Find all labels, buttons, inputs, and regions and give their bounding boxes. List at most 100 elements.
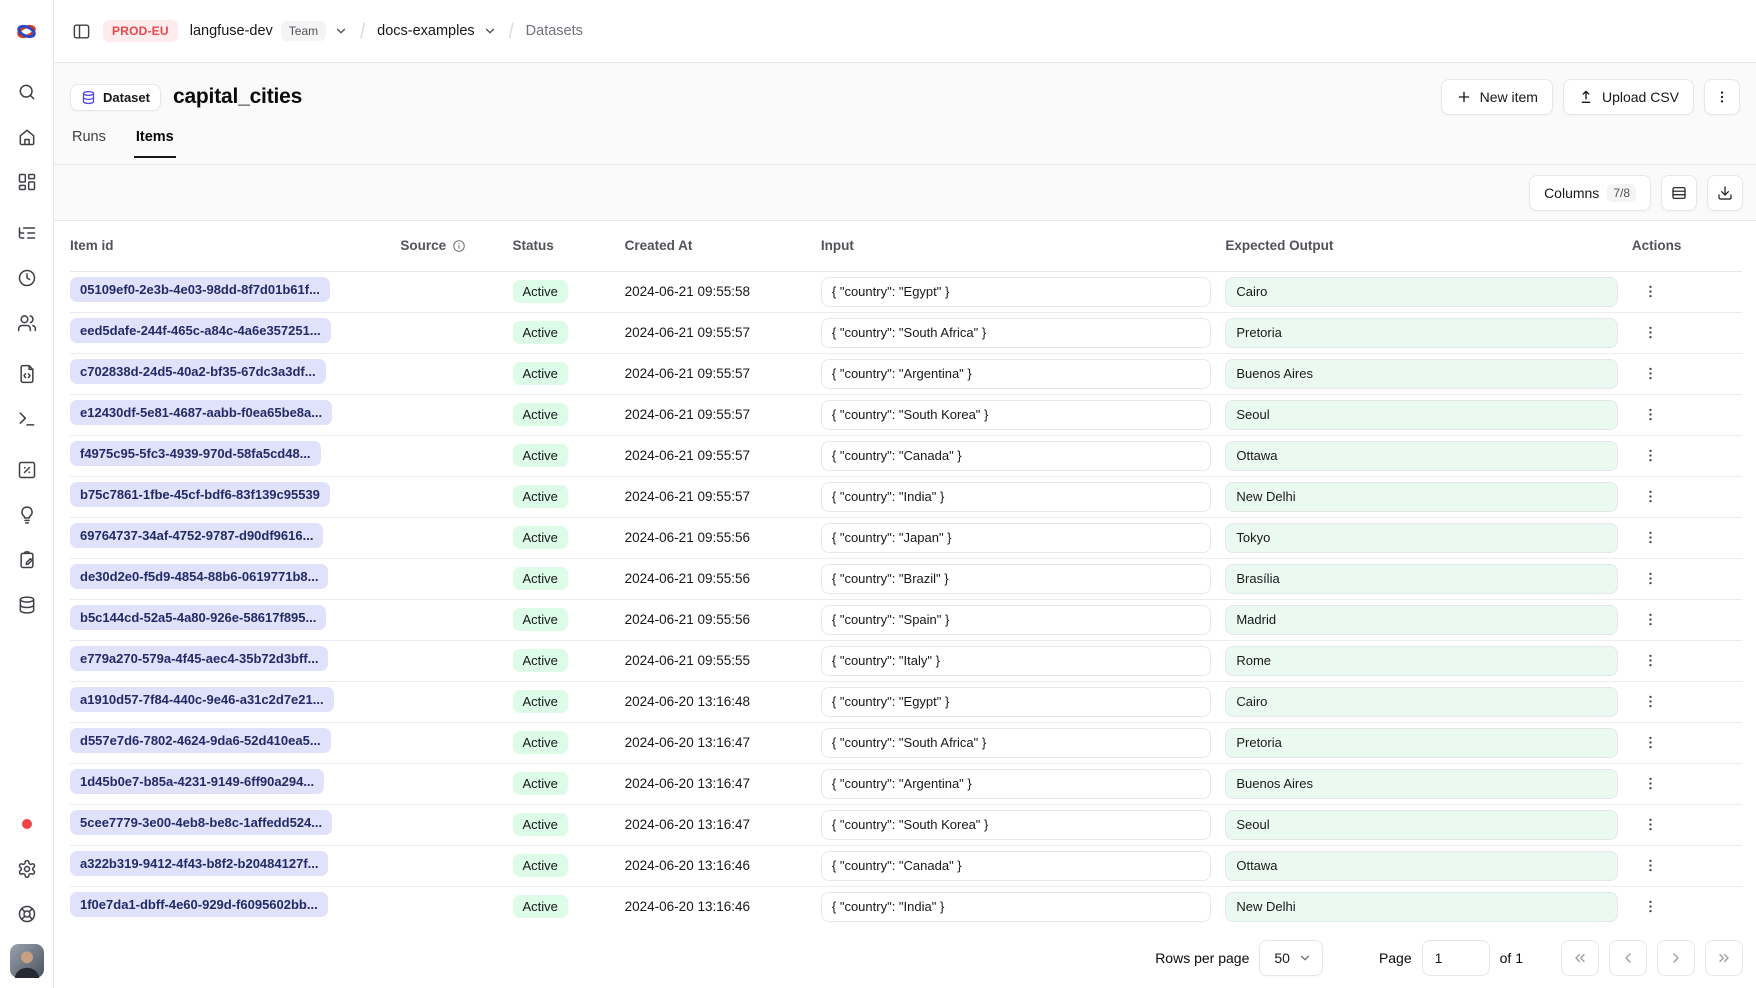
status-badge: Active — [513, 608, 568, 631]
row-actions-kebab[interactable] — [1638, 402, 1663, 427]
row-actions-kebab[interactable] — [1638, 894, 1663, 919]
row-actions-kebab[interactable] — [1638, 853, 1663, 878]
input-value-box: { "country": "Canada" } — [821, 851, 1211, 881]
evaluation-percent-icon[interactable] — [9, 452, 45, 488]
new-item-button[interactable]: New item — [1441, 79, 1553, 115]
support-lifebuoy-icon[interactable] — [9, 896, 45, 932]
search-icon[interactable] — [9, 74, 45, 110]
table-row[interactable]: d557e7d6-7802-4624-9da6-52d410ea5... Act… — [70, 722, 1742, 763]
item-id-pill[interactable]: 1f0e7da1-dbff-4e60-929d-f6095602bb... — [70, 892, 328, 917]
info-icon[interactable] — [452, 239, 466, 253]
item-id-pill[interactable]: a322b319-9412-4f43-b8f2-b20484127f... — [70, 851, 328, 876]
table-row[interactable]: 05109ef0-2e3b-4e03-98dd-8f7d01b61f... Ac… — [70, 271, 1742, 312]
item-id-pill[interactable]: 1d45b0e7-b85a-4231-9149-6ff90a294... — [70, 769, 324, 794]
first-page-button[interactable] — [1561, 940, 1599, 976]
item-id-pill[interactable]: de30d2e0-f5d9-4854-88b6-0619771b8... — [70, 564, 328, 589]
export-button[interactable] — [1707, 175, 1743, 211]
tab-runs[interactable]: Runs — [70, 129, 108, 158]
created-at-cell: 2024-06-21 09:55:58 — [625, 271, 821, 312]
project-switcher[interactable]: docs-examples — [377, 23, 497, 39]
kebab-icon — [1642, 775, 1659, 792]
item-id-pill[interactable]: f4975c95-5fc3-4939-970d-58fa5cd48... — [70, 441, 321, 466]
tab-items[interactable]: Items — [134, 129, 176, 158]
table-row[interactable]: b5c144cd-52a5-4a80-926e-58617f895... Act… — [70, 599, 1742, 640]
item-id-pill[interactable]: 05109ef0-2e3b-4e03-98dd-8f7d01b61f... — [70, 277, 330, 302]
org-switcher[interactable]: langfuse-dev Team — [190, 21, 348, 41]
sidebar-toggle-icon[interactable] — [72, 22, 91, 41]
row-actions-kebab[interactable] — [1638, 730, 1663, 755]
item-id-pill[interactable]: d557e7d6-7802-4624-9da6-52d410ea5... — [70, 728, 331, 753]
row-actions-kebab[interactable] — [1638, 607, 1663, 632]
item-id-pill[interactable]: 5cee7779-3e00-4eb8-be8c-1affedd524... — [70, 810, 332, 835]
kebab-icon — [1642, 816, 1659, 833]
row-height-button[interactable] — [1661, 175, 1697, 211]
table-row[interactable]: 5cee7779-3e00-4eb8-be8c-1affedd524... Ac… — [70, 804, 1742, 845]
users-icon[interactable] — [9, 305, 45, 341]
row-actions-kebab[interactable] — [1638, 320, 1663, 345]
row-actions-kebab[interactable] — [1638, 648, 1663, 673]
upload-csv-button[interactable]: Upload CSV — [1563, 79, 1694, 115]
row-actions-kebab[interactable] — [1638, 689, 1663, 714]
table-row[interactable]: c702838d-24d5-40a2-bf35-67dc3a3df... Act… — [70, 353, 1742, 394]
dashboard-grid-icon[interactable] — [9, 164, 45, 200]
breadcrumb-datasets-link[interactable]: Datasets — [526, 23, 583, 39]
table-row[interactable]: b75c7861-1fbe-45cf-bdf6-83f139c95539 Act… — [70, 476, 1742, 517]
item-id-pill[interactable]: c702838d-24d5-40a2-bf35-67dc3a3df... — [70, 359, 326, 384]
avatar[interactable] — [10, 944, 44, 978]
last-page-button[interactable] — [1705, 940, 1743, 976]
expected-output-box: New Delhi — [1225, 482, 1617, 512]
playground-terminal-icon[interactable] — [9, 401, 45, 437]
top-bar: PROD-EU langfuse-dev Team / docs-example… — [54, 0, 1756, 63]
item-id-pill[interactable]: e779a270-579a-4f45-aec4-35b72d3bff... — [70, 646, 328, 671]
rows-icon — [1671, 185, 1687, 201]
item-id-pill[interactable]: a1910d57-7f84-440c-9e46-a31c2d7e21... — [70, 687, 334, 712]
table-row[interactable]: a322b319-9412-4f43-b8f2-b20484127f... Ac… — [70, 845, 1742, 886]
table-row[interactable]: a1910d57-7f84-440c-9e46-a31c2d7e21... Ac… — [70, 681, 1742, 722]
prompts-file-icon[interactable] — [9, 356, 45, 392]
input-value-box: { "country": "Italy" } — [821, 646, 1211, 676]
datasets-database-icon[interactable] — [9, 587, 45, 623]
table-row[interactable]: eed5dafe-244f-465c-a84c-4a6e357251... Ac… — [70, 312, 1742, 353]
row-actions-kebab[interactable] — [1638, 443, 1663, 468]
item-id-pill[interactable]: b75c7861-1fbe-45cf-bdf6-83f139c95539 — [70, 482, 330, 507]
row-actions-kebab[interactable] — [1638, 566, 1663, 591]
prev-page-button[interactable] — [1609, 940, 1647, 976]
table-row[interactable]: f4975c95-5fc3-4939-970d-58fa5cd48... Act… — [70, 435, 1742, 476]
table-row[interactable]: 1f0e7da1-dbff-4e60-929d-f6095602bb... Ac… — [70, 886, 1742, 927]
settings-gear-icon[interactable] — [9, 851, 45, 887]
status-badge: Active — [513, 526, 568, 549]
home-icon[interactable] — [9, 119, 45, 155]
created-at-cell: 2024-06-21 09:55:57 — [625, 394, 821, 435]
table-row[interactable]: 1d45b0e7-b85a-4231-9149-6ff90a294... Act… — [70, 763, 1742, 804]
input-value-box: { "country": "Egypt" } — [821, 277, 1211, 307]
row-actions-kebab[interactable] — [1638, 771, 1663, 796]
next-page-button[interactable] — [1657, 940, 1695, 976]
columns-button[interactable]: Columns 7/8 — [1529, 175, 1651, 211]
item-id-pill[interactable]: b5c144cd-52a5-4a80-926e-58617f895... — [70, 605, 326, 630]
table-row[interactable]: 69764737-34af-4752-9787-d90df9616... Act… — [70, 517, 1742, 558]
item-id-pill[interactable]: e12430df-5e81-4687-aabb-f0ea65be8a... — [70, 400, 332, 425]
new-item-label: New item — [1480, 89, 1538, 105]
row-actions-kebab[interactable] — [1638, 361, 1663, 386]
page-number-input[interactable] — [1422, 940, 1490, 976]
page-kebab-menu-button[interactable] — [1704, 79, 1740, 115]
row-actions-kebab[interactable] — [1638, 279, 1663, 304]
rows-per-page-select[interactable]: 50 — [1259, 940, 1323, 976]
created-at-cell: 2024-06-21 09:55:57 — [625, 353, 821, 394]
table-row[interactable]: e779a270-579a-4f45-aec4-35b72d3bff... Ac… — [70, 640, 1742, 681]
annotation-clipboard-icon[interactable] — [9, 542, 45, 578]
lightbulb-icon[interactable] — [9, 497, 45, 533]
record-dot[interactable] — [9, 806, 45, 842]
input-value-box: { "country": "South Africa" } — [821, 728, 1211, 758]
status-badge: Active — [513, 362, 568, 385]
row-actions-kebab[interactable] — [1638, 525, 1663, 550]
item-id-pill[interactable]: eed5dafe-244f-465c-a84c-4a6e357251... — [70, 318, 331, 343]
sessions-clock-icon[interactable] — [9, 260, 45, 296]
item-id-pill[interactable]: 69764737-34af-4752-9787-d90df9616... — [70, 523, 323, 548]
table-row[interactable]: e12430df-5e81-4687-aabb-f0ea65be8a... Ac… — [70, 394, 1742, 435]
table-row[interactable]: de30d2e0-f5d9-4854-88b6-0619771b8... Act… — [70, 558, 1742, 599]
header-expected-output: Expected Output — [1225, 221, 1631, 271]
row-actions-kebab[interactable] — [1638, 484, 1663, 509]
tracing-tree-icon[interactable] — [9, 215, 45, 251]
row-actions-kebab[interactable] — [1638, 812, 1663, 837]
